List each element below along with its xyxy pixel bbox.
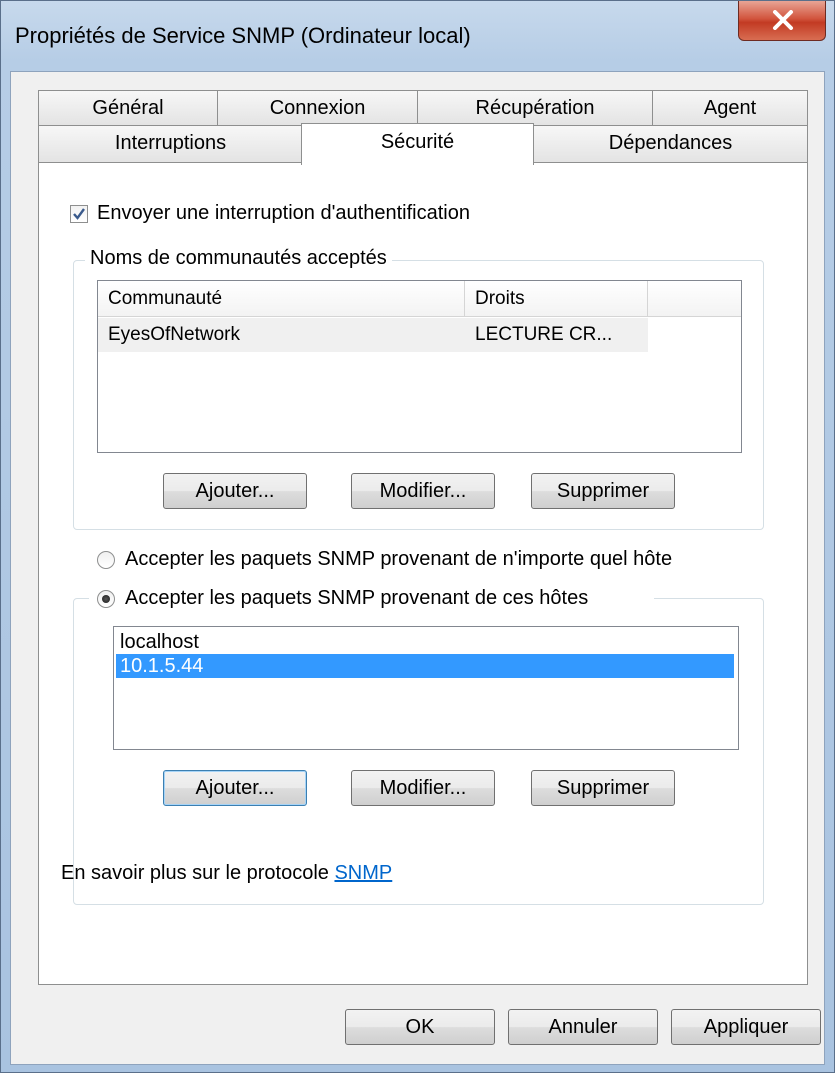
cancel-button[interactable]: Annuler <box>508 1009 658 1045</box>
edit-community-button[interactable]: Modifier... <box>351 473 495 509</box>
remove-community-button[interactable]: Supprimer <box>531 473 675 509</box>
tab-connexion[interactable]: Connexion <box>217 90 418 126</box>
learn-more-prefix: En savoir plus sur le protocole <box>61 862 335 884</box>
tab-interruptions[interactable]: Interruptions <box>38 125 303 163</box>
checkmark-icon <box>73 208 85 220</box>
window-title: Propriétés de Service SNMP (Ordinateur l… <box>15 23 471 48</box>
communities-legend: Noms de communautés acceptés <box>85 247 392 270</box>
dialog-client-area: Général Connexion Récupération Agent Int… <box>10 71 825 1065</box>
table-row[interactable]: EyesOfNetwork LECTURE CR... <box>98 318 648 352</box>
accept-these-hosts-radio[interactable] <box>97 590 115 608</box>
community-rights-cell: LECTURE CR... <box>475 324 613 345</box>
community-name-cell: EyesOfNetwork <box>108 324 240 345</box>
tab-agent[interactable]: Agent <box>652 90 808 126</box>
list-item-selected[interactable]: 10.1.5.44 <box>116 654 734 678</box>
apply-button[interactable]: Appliquer <box>671 1009 821 1045</box>
column-header-empty <box>648 281 741 317</box>
security-tab-panel: Envoyer une interruption d'authentificat… <box>38 162 808 985</box>
column-header-communaute[interactable]: Communauté <box>98 281 465 317</box>
tab-recuperation[interactable]: Récupération <box>417 90 653 126</box>
send-auth-trap-label[interactable]: Envoyer une interruption d'authentificat… <box>97 202 470 225</box>
accept-any-host-radio[interactable] <box>97 551 115 569</box>
learn-more-text: En savoir plus sur le protocole SNMP <box>61 862 392 885</box>
list-item[interactable]: localhost <box>116 630 734 654</box>
add-community-button[interactable]: Ajouter... <box>163 473 307 509</box>
title-bar[interactable]: Propriétés de Service SNMP (Ordinateur l… <box>1 1 834 71</box>
send-auth-trap-checkbox[interactable] <box>70 205 88 223</box>
communities-list[interactable]: Communauté Droits EyesOfNetwork LECTURE … <box>97 280 742 453</box>
column-header-droits[interactable]: Droits <box>465 281 648 317</box>
snmp-help-link[interactable]: SNMP <box>334 862 392 884</box>
tab-general[interactable]: Général <box>38 90 218 126</box>
close-button[interactable] <box>738 1 826 41</box>
close-icon <box>773 10 793 30</box>
add-host-button[interactable]: Ajouter... <box>163 770 307 806</box>
ok-button[interactable]: OK <box>345 1009 495 1045</box>
properties-window: Propriétés de Service SNMP (Ordinateur l… <box>0 0 835 1073</box>
hosts-list[interactable]: localhost 10.1.5.44 <box>113 626 739 750</box>
radio-selected-dot <box>102 595 110 603</box>
accept-any-host-label[interactable]: Accepter les paquets SNMP provenant de n… <box>125 548 672 571</box>
tab-dependances[interactable]: Dépendances <box>533 125 808 163</box>
hosts-legend-bg: Accepter les paquets SNMP provenant de c… <box>89 584 654 614</box>
edit-host-button[interactable]: Modifier... <box>351 770 495 806</box>
remove-host-button[interactable]: Supprimer <box>531 770 675 806</box>
tab-securite[interactable]: Sécurité <box>301 123 534 165</box>
accept-these-hosts-label[interactable]: Accepter les paquets SNMP provenant de c… <box>125 587 588 610</box>
